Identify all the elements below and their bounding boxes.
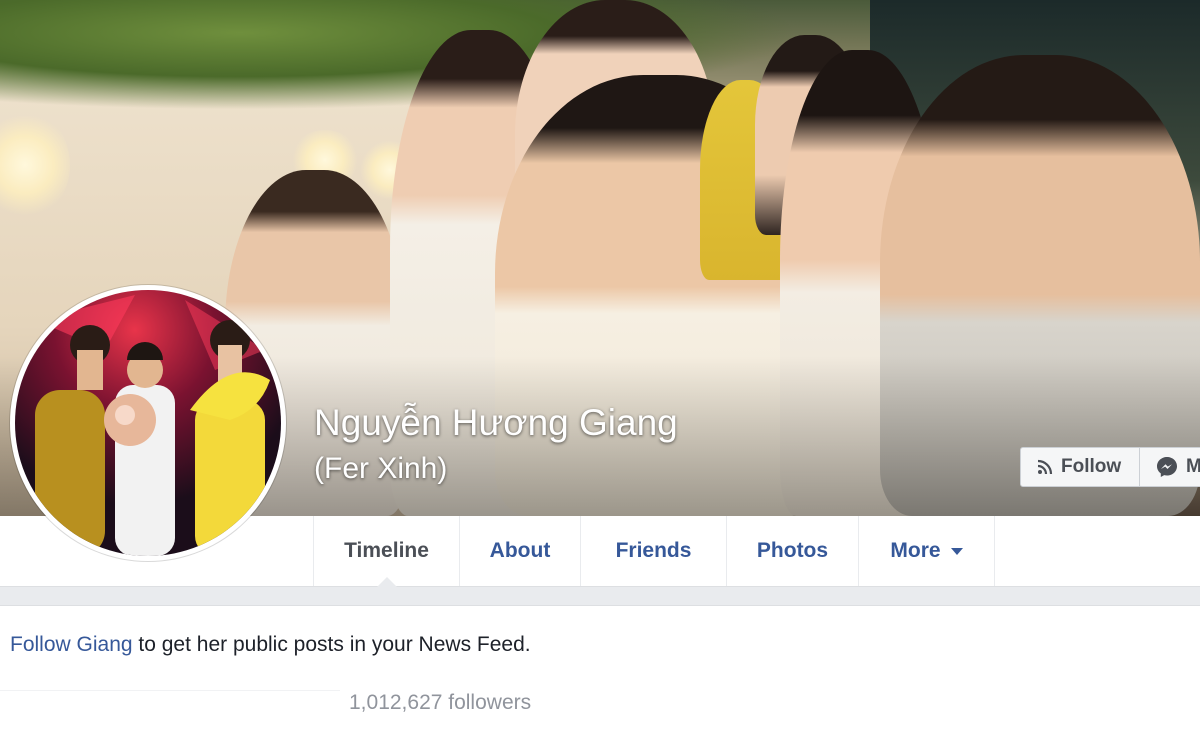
divider bbox=[0, 690, 340, 691]
section-separator bbox=[0, 587, 1200, 606]
tab-friends[interactable]: Friends bbox=[581, 516, 727, 586]
tab-more-label: More bbox=[890, 539, 941, 562]
messenger-icon bbox=[1156, 456, 1178, 478]
profile-tabs: Timeline About Friends Photos More bbox=[313, 516, 995, 587]
tab-about[interactable]: About bbox=[460, 516, 581, 586]
profile-picture[interactable] bbox=[10, 285, 286, 561]
tab-photos-label: Photos bbox=[756, 539, 829, 562]
tab-more[interactable]: More bbox=[859, 516, 995, 586]
tab-timeline[interactable]: Timeline bbox=[314, 516, 460, 587]
profile-name[interactable]: Nguyễn Hương Giang bbox=[314, 402, 678, 444]
follow-prompt: Follow Giang to get her public posts in … bbox=[10, 633, 531, 657]
tab-photos[interactable]: Photos bbox=[727, 516, 859, 586]
rss-follow-icon bbox=[1037, 459, 1053, 475]
message-button[interactable]: M bbox=[1140, 447, 1200, 487]
followers-count: 1,012,627 followers bbox=[349, 691, 532, 714]
follow-button-label: Follow bbox=[1061, 456, 1122, 477]
tab-friends-label: Friends bbox=[615, 539, 692, 562]
follow-prompt-link[interactable]: Follow Giang bbox=[10, 633, 133, 656]
follow-button[interactable]: Follow bbox=[1020, 447, 1140, 487]
profile-photo bbox=[15, 290, 281, 556]
tab-about-label: About bbox=[489, 539, 551, 562]
profile-alternate-name: (Fer Xinh) bbox=[314, 452, 448, 485]
message-button-label: M bbox=[1186, 456, 1200, 477]
chevron-down-icon bbox=[950, 547, 963, 555]
cover-actions: Follow M bbox=[1020, 447, 1200, 489]
follow-prompt-text: to get her public posts in your News Fee… bbox=[132, 633, 531, 656]
tab-timeline-label: Timeline bbox=[344, 539, 429, 562]
